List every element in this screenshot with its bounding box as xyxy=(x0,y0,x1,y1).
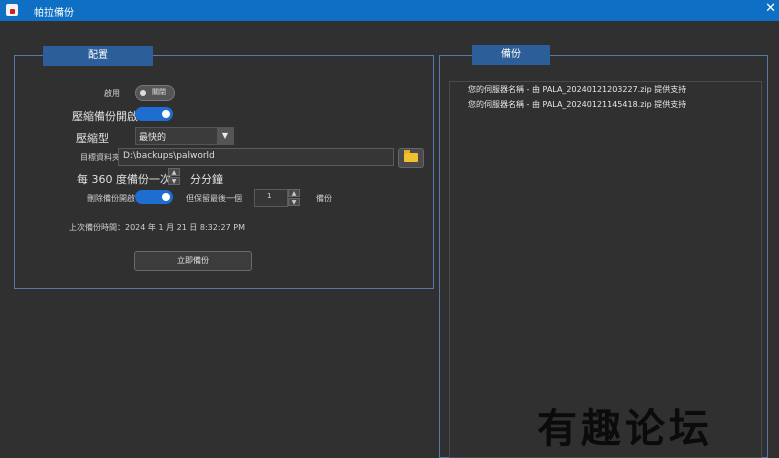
app-icon xyxy=(6,4,18,16)
interval-prefix-text: 每 xyxy=(77,173,88,186)
title-bar: 帕拉備份 ✕ xyxy=(0,0,779,21)
compress-toggle-knob xyxy=(162,110,170,118)
stepper-down-icon[interactable]: ▼ xyxy=(288,198,300,206)
delete-backup-label: 刪除備份開啟 xyxy=(87,194,135,203)
compress-type-label: 壓縮型 xyxy=(76,132,109,145)
keep-count-stepper[interactable]: ▲ ▼ xyxy=(288,189,300,207)
chevron-down-icon: ▼ xyxy=(217,128,233,144)
compress-type-select[interactable]: 最快的 ▼ xyxy=(135,127,234,145)
browse-folder-button[interactable] xyxy=(398,148,424,168)
enable-toggle-knob xyxy=(140,90,146,96)
delete-backup-toggle[interactable] xyxy=(135,190,173,204)
folder-icon xyxy=(404,150,418,162)
backup-now-label: 立即備份 xyxy=(177,256,209,265)
tab-backups[interactable]: 備份 xyxy=(472,45,550,65)
target-folder-label: 目標資料夾 xyxy=(80,153,120,162)
enable-toggle-text: 關閉 xyxy=(152,88,166,96)
window-title: 帕拉備份 xyxy=(34,8,74,19)
delete-toggle-knob xyxy=(162,193,170,201)
stepper-up-icon[interactable]: ▲ xyxy=(168,168,180,176)
keep-count-value: 1 xyxy=(267,192,272,200)
interval-suffix: 度備份一次 xyxy=(116,173,171,186)
stepper-down-icon[interactable]: ▼ xyxy=(168,177,180,185)
interval-unit: 分分鐘 xyxy=(190,173,223,186)
compress-enable-label: 壓縮備份開啟 xyxy=(72,110,138,123)
compress-enable-toggle[interactable] xyxy=(135,107,173,121)
keep-last-label: 但保留最後一個 xyxy=(186,194,242,203)
keep-count-input[interactable]: 1 xyxy=(254,189,288,207)
backup-now-button[interactable]: 立即備份 xyxy=(134,251,252,271)
enable-label: 啟用 xyxy=(104,89,120,98)
list-item[interactable]: 您的伺服器名稱 - 由 PALA_20240121203227.zip 提供支持 xyxy=(468,84,686,95)
last-backup-time: 上次備份時間：2024 年 1 月 21 日 8:32:27 PM xyxy=(69,223,245,232)
compress-type-value: 最快的 xyxy=(139,133,167,143)
target-folder-input[interactable]: D:\backups\palworld xyxy=(118,148,394,166)
interval-prefix: 每 360 度備份一次 xyxy=(77,171,171,187)
close-icon[interactable]: ✕ xyxy=(765,1,776,16)
interval-stepper[interactable]: ▲ ▼ xyxy=(168,168,180,186)
tab-config[interactable]: 配置 xyxy=(43,46,153,66)
target-folder-value: D:\backups\palworld xyxy=(123,151,215,161)
stepper-up-icon[interactable]: ▲ xyxy=(288,189,300,197)
backup-unit-label: 備份 xyxy=(316,194,332,203)
watermark: 有趣论坛 xyxy=(537,405,713,452)
interval-value[interactable]: 360 xyxy=(92,173,113,186)
list-item[interactable]: 您的伺服器名稱 - 由 PALA_20240121145418.zip 提供支持 xyxy=(468,99,686,110)
enable-toggle[interactable]: 關閉 xyxy=(135,85,175,101)
